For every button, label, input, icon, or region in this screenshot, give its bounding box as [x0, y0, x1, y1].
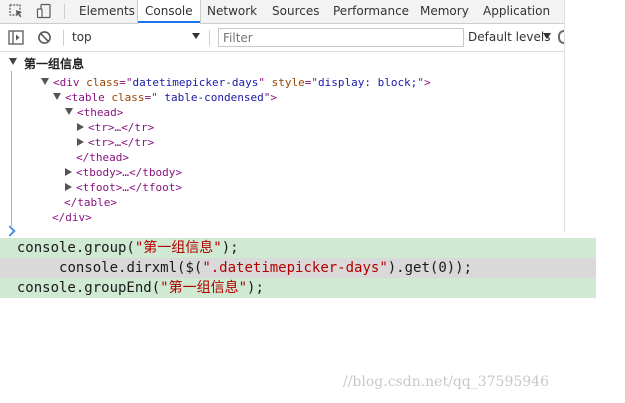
- tag-open: <thead>: [77, 106, 124, 119]
- code-line-2: console.dirxml($(".datetimepicker-days")…: [0, 258, 596, 278]
- devtools-panel: Elements Console Network Sources Perform…: [0, 0, 565, 237]
- panel-edge: [564, 0, 565, 232]
- tag-open: <div: [53, 76, 80, 89]
- tag-close: >: [423, 76, 431, 89]
- collapse-triangle-icon[interactable]: [65, 183, 72, 191]
- collapse-triangle-icon[interactable]: [77, 138, 84, 146]
- watermark: //blog.csdn.net/qq_37595946: [343, 374, 549, 390]
- attr-name: class: [86, 76, 120, 89]
- code-string: "第一组信息": [160, 280, 248, 296]
- tag-open: <tr>: [88, 136, 115, 149]
- tag-open: <tfoot>: [76, 181, 123, 194]
- filter-input[interactable]: [218, 28, 464, 47]
- clear-console-icon[interactable]: [37, 30, 52, 45]
- device-toggle-icon[interactable]: [36, 3, 52, 19]
- code-line-3: console.groupEnd("第一组信息");: [0, 278, 596, 298]
- tag-end: </tbody>: [128, 166, 182, 179]
- console-toolbar: top Default levels: [0, 24, 565, 52]
- code-snippet: console.group("第一组信息"); console.dirxml($…: [0, 238, 596, 298]
- attr-name: class: [111, 91, 145, 104]
- attr-value: display: block;: [317, 76, 418, 89]
- tree-node-tfoot[interactable]: <tfoot>…</tfoot>: [65, 180, 182, 195]
- prompt-caret-icon: [4, 225, 16, 237]
- tag-open: </div>: [52, 211, 92, 224]
- code-text: );: [221, 240, 239, 256]
- tree-node-table[interactable]: <table class=" table-condensed">: [53, 90, 277, 105]
- inspect-element-icon[interactable]: [8, 3, 24, 19]
- tag-end: </tr>: [121, 136, 155, 149]
- tree-node-div-close[interactable]: </div>: [52, 210, 92, 225]
- code-line-1: console.group("第一组信息");: [0, 238, 596, 258]
- devtools-tabbar: Elements Console Network Sources Perform…: [0, 0, 565, 24]
- tag-end: </tfoot>: [128, 181, 182, 194]
- console-group-header[interactable]: 第一组信息: [0, 53, 564, 71]
- dropdown-arrow-icon[interactable]: [543, 33, 551, 39]
- attr-value: datetimepicker-days: [132, 76, 259, 89]
- expand-triangle-icon[interactable]: [41, 78, 49, 85]
- attr-name: style: [271, 76, 305, 89]
- tag-open: </table>: [64, 196, 117, 209]
- tab-elements[interactable]: Elements: [79, 0, 135, 23]
- expand-triangle-icon[interactable]: [53, 93, 61, 100]
- expand-triangle-icon[interactable]: [9, 58, 17, 65]
- tag-open: <tr>: [88, 121, 115, 134]
- tag-open: <table: [65, 91, 105, 104]
- tag-open: </thead>: [76, 151, 129, 164]
- toolbar-divider: [63, 30, 64, 46]
- tab-application[interactable]: Application: [483, 0, 550, 23]
- tree-node-thead[interactable]: <thead>: [65, 105, 123, 120]
- expand-triangle-icon[interactable]: [65, 108, 73, 115]
- tree-node-div[interactable]: <div class="datetimepicker-days" style="…: [41, 75, 431, 90]
- code-string: ".datetimepicker-days": [202, 260, 388, 276]
- code-string: "第一组信息": [134, 240, 222, 256]
- code-text: console.dirxml($(: [59, 260, 203, 276]
- code-text: ).get(0));: [387, 260, 473, 276]
- log-levels-dropdown[interactable]: Default levels: [468, 30, 550, 44]
- tree-node-table-close[interactable]: </table>: [64, 195, 117, 210]
- tag-end: </tr>: [121, 121, 155, 134]
- tag-open: <tbody>: [76, 166, 123, 179]
- tag-close: >: [270, 91, 277, 104]
- group-indent-line: [11, 71, 12, 226]
- toolbar-divider: [209, 30, 210, 46]
- tab-network[interactable]: Network: [207, 0, 257, 23]
- collapse-triangle-icon[interactable]: [77, 123, 84, 131]
- group-label: 第一组信息: [24, 57, 85, 71]
- tab-sources[interactable]: Sources: [272, 0, 319, 23]
- attr-value: table-condensed: [157, 91, 264, 104]
- context-selector[interactable]: top: [72, 30, 92, 44]
- tree-node-tr[interactable]: <tr>…</tr>: [77, 120, 154, 135]
- collapse-triangle-icon[interactable]: [65, 168, 72, 176]
- tree-node-tbody[interactable]: <tbody>…</tbody>: [65, 165, 182, 180]
- tab-performance[interactable]: Performance: [333, 0, 409, 23]
- tree-node-thead-close[interactable]: </thead>: [76, 150, 129, 165]
- code-text: console.group(: [16, 240, 135, 256]
- tab-memory[interactable]: Memory: [420, 0, 469, 23]
- code-text: );: [247, 280, 264, 296]
- tab-console[interactable]: Console: [137, 0, 201, 24]
- tabbar-divider: [64, 4, 65, 19]
- dropdown-arrow-icon[interactable]: [192, 33, 200, 39]
- code-text: console.groupEnd(: [16, 280, 161, 296]
- tree-node-tr[interactable]: <tr>…</tr>: [77, 135, 154, 150]
- ellipsis: …: [122, 181, 129, 194]
- console-sidebar-icon[interactable]: [8, 30, 24, 45]
- ellipsis: …: [122, 166, 129, 179]
